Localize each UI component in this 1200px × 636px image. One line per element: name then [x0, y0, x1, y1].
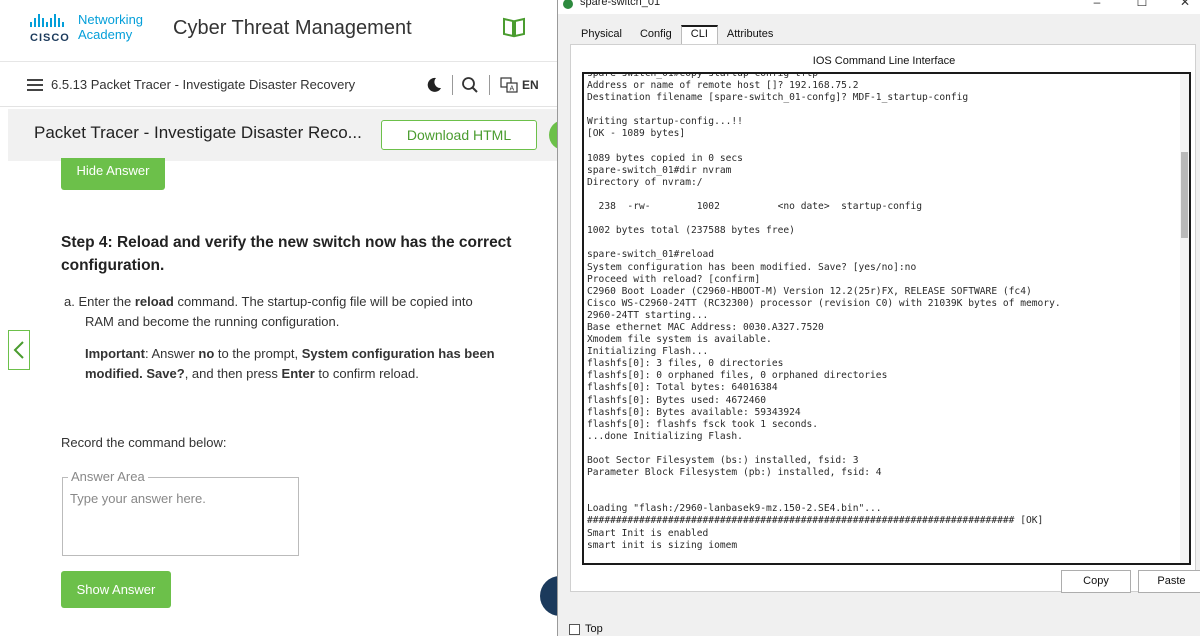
ios-cli-title: IOS Command Line Interface	[812, 55, 956, 67]
note-text: to the prompt,	[214, 346, 302, 361]
note-text: : Answer	[144, 346, 199, 361]
chevron-left-icon	[13, 341, 24, 359]
enter-keyword: Enter	[281, 366, 315, 381]
close-button[interactable]: ✕	[1176, 0, 1194, 9]
no-keyword: no	[198, 346, 215, 361]
window-title: spare-switch_01	[580, 0, 661, 8]
book-icon[interactable]	[502, 16, 526, 38]
console-output[interactable]: spare-switch_01#copy startup-config tftp…	[587, 74, 1179, 552]
course-page: CISCO Networking Academy Cyber Threat Ma…	[0, 0, 560, 636]
module-bar: 6.5.13 Packet Tracer - Investigate Disas…	[0, 63, 560, 107]
instruction-prefix: a. Enter the	[64, 294, 135, 309]
cisco-wordmark: CISCO	[30, 32, 70, 44]
svg-text:A: A	[510, 86, 515, 93]
divider	[489, 75, 490, 95]
module-title: 6.5.13 Packet Tracer - Investigate Disas…	[51, 77, 356, 92]
show-answer-button[interactable]: Show Answer	[61, 571, 171, 608]
reload-keyword: reload	[134, 294, 174, 309]
answer-input[interactable]	[70, 491, 290, 506]
download-html-button[interactable]: Download HTML	[381, 120, 537, 150]
app-title: Cyber Threat Management	[173, 17, 412, 39]
packet-tracer-window: spare-switch_01 – ☐ ✕ Physical Config CL…	[557, 0, 1200, 636]
tab-physical[interactable]: Physical	[572, 25, 631, 45]
answer-area-label: Answer Area	[68, 469, 148, 484]
cisco-networking-academy-logo[interactable]: CISCO Networking Academy	[30, 12, 146, 48]
hamburger-icon[interactable]	[27, 79, 43, 91]
note-text: , and then press	[184, 366, 282, 381]
search-icon[interactable]	[461, 76, 479, 94]
note-text: to confirm reload.	[314, 366, 419, 381]
paste-button[interactable]: Paste	[1138, 570, 1200, 593]
scrollbar-thumb[interactable]	[1181, 152, 1188, 238]
page-header: Packet Tracer - Investigate Disaster Rec…	[8, 109, 560, 161]
answer-area[interactable]	[62, 477, 299, 556]
cisco-bars-icon	[30, 13, 64, 27]
moon-icon[interactable]	[425, 76, 443, 94]
copy-button[interactable]: Copy	[1061, 570, 1131, 593]
device-tabs: Physical Config CLI Attributes	[572, 25, 782, 45]
maximize-button[interactable]: ☐	[1133, 0, 1151, 9]
instruction-text-line2: RAM and become the running configuration…	[85, 314, 340, 329]
console-scrollbar[interactable]	[1180, 74, 1189, 563]
important-note: Important: Answer no to the prompt, Syst…	[85, 344, 525, 384]
cli-console[interactable]: spare-switch_01#copy startup-config tftp…	[582, 72, 1191, 565]
tab-attributes[interactable]: Attributes	[718, 25, 782, 45]
record-label: Record the command below:	[61, 435, 227, 450]
divider	[452, 75, 453, 95]
language-label[interactable]: EN	[522, 78, 539, 92]
logo-academy-text: Academy	[78, 27, 133, 42]
page-title: Packet Tracer - Investigate Disaster Rec…	[34, 123, 362, 142]
instruction-a: a. Enter the reload command. The startup…	[64, 292, 524, 332]
window-titlebar[interactable]: spare-switch_01 – ☐ ✕	[558, 0, 1200, 14]
previous-page-button[interactable]	[8, 330, 30, 370]
instruction-text: command. The startup-config file will be…	[173, 294, 473, 309]
important-label: Important	[85, 346, 145, 361]
top-checkbox[interactable]	[569, 624, 580, 635]
hide-answer-button[interactable]: Hide Answer	[61, 158, 165, 190]
minimize-button[interactable]: –	[1088, 0, 1106, 9]
top-label: Top	[585, 623, 603, 635]
translate-icon[interactable]: A	[500, 77, 518, 93]
tab-config[interactable]: Config	[631, 25, 681, 45]
cli-pane: IOS Command Line Interface spare-switch_…	[570, 44, 1200, 593]
logo-networking-text: Networking	[78, 12, 144, 27]
step-heading: Step 4: Reload and verify the new switch…	[61, 234, 512, 274]
tab-cli[interactable]: CLI	[680, 25, 718, 45]
app-header: CISCO Networking Academy Cyber Threat Ma…	[0, 0, 560, 62]
packet-tracer-icon	[563, 0, 573, 9]
